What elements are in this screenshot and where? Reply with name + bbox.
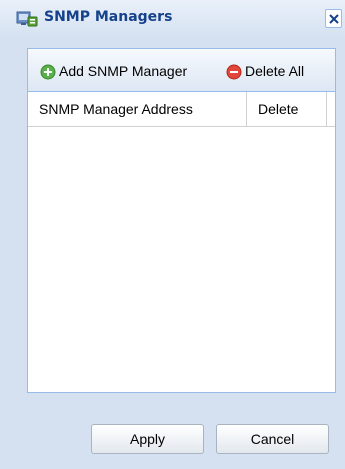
add-snmp-manager-label: Add SNMP Manager [59,63,188,79]
add-snmp-manager-button[interactable]: Add SNMP Manager [40,63,220,81]
column-header-delete[interactable]: Delete [247,92,327,126]
close-button[interactable] [325,9,342,28]
column-header-address[interactable]: SNMP Manager Address [28,92,247,126]
dialog-title: SNMP Managers [44,9,173,25]
minus-circle-icon [226,64,242,80]
snmp-manager-icon [16,10,38,27]
snmp-managers-dialog: SNMP Managers Add SNMP Manager Delete Al… [0,0,345,469]
grid-body [28,127,335,392]
grid-toolbar: Add SNMP Manager Delete All [28,49,335,92]
snmp-managers-panel: Add SNMP Manager Delete All SNMP Manager… [27,48,336,393]
grid-header: SNMP Manager Address Delete [28,92,335,127]
cancel-button[interactable]: Cancel [216,424,329,454]
delete-all-label: Delete All [245,63,305,79]
apply-button[interactable]: Apply [91,424,204,454]
delete-all-button[interactable]: Delete All [226,63,336,81]
plus-circle-icon [40,64,56,80]
close-icon [329,14,339,24]
dialog-titlebar: SNMP Managers [0,0,345,37]
